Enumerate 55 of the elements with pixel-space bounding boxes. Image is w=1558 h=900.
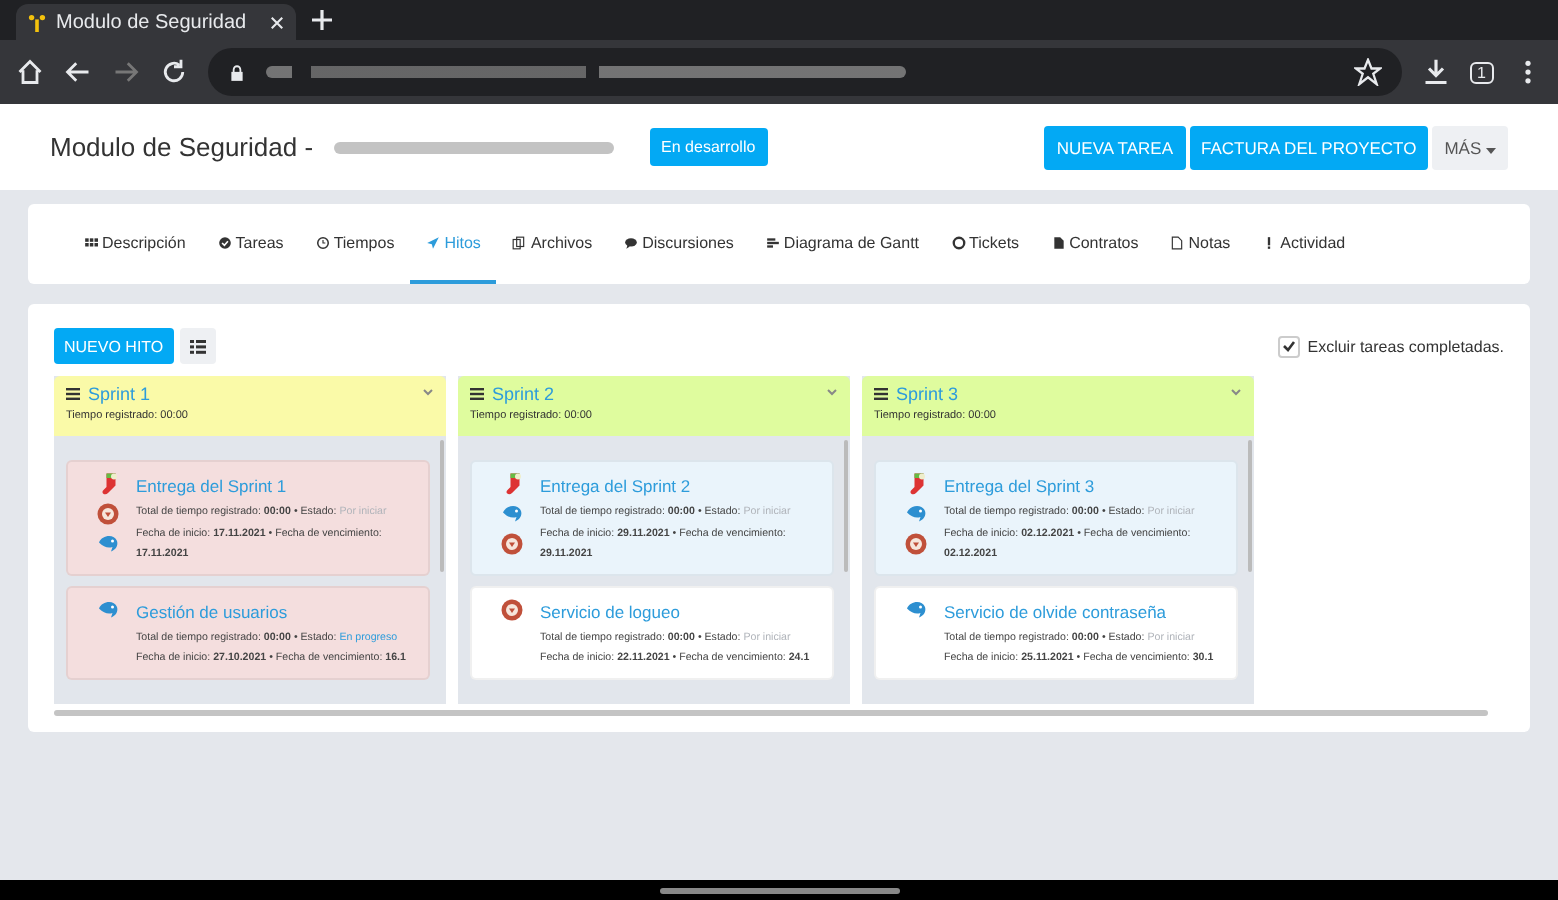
tab[interactable]: Diagrama de Gantt [749, 204, 936, 284]
browser-tab[interactable]: Modulo de Seguridad [16, 4, 296, 40]
tab[interactable]: Discursiones [608, 204, 750, 284]
clock-icon [315, 235, 330, 249]
dolphin-icon [904, 502, 928, 526]
grid-icon [84, 235, 98, 249]
tab[interactable]: Actividad [1246, 204, 1362, 284]
back-icon[interactable] [64, 58, 92, 86]
status-badge: En desarrollo [649, 128, 768, 166]
caret-icon [1486, 147, 1496, 153]
close-icon[interactable] [270, 15, 284, 29]
menu-icon[interactable] [66, 388, 80, 400]
paper-plane-icon [426, 235, 441, 249]
home-icon[interactable] [16, 58, 44, 86]
note-icon [1170, 235, 1185, 249]
chat-icon [624, 235, 639, 249]
lock-icon [228, 63, 246, 81]
doc-icon [1051, 235, 1066, 249]
new-tab-icon[interactable] [312, 10, 332, 30]
dolphin-icon [96, 532, 120, 556]
files-icon [512, 235, 527, 249]
menu-icon[interactable] [874, 388, 888, 400]
sprint-name: Sprint 3 [896, 384, 959, 404]
dolphin-icon [500, 502, 524, 526]
logo-icon [28, 13, 46, 31]
download-icon[interactable] [1421, 58, 1450, 86]
list-view-button[interactable] [179, 328, 216, 364]
tab[interactable]: Notas [1154, 204, 1247, 284]
reload-icon[interactable] [160, 58, 188, 86]
list-icon [189, 339, 206, 353]
tab[interactable]: Tareas [201, 204, 300, 284]
tab[interactable]: Tiempos [299, 204, 411, 284]
sprint-name: Sprint 1 [88, 384, 151, 404]
sprint-name: Sprint 2 [492, 384, 555, 404]
checkbox[interactable] [1277, 335, 1300, 357]
tab[interactable]: Contratos [1035, 204, 1155, 284]
dolphin-icon [96, 597, 120, 621]
check-icon [217, 235, 232, 249]
chevron-icon[interactable] [826, 386, 838, 398]
tab[interactable]: Tickets [935, 204, 1036, 284]
lifebuoy-icon [951, 235, 966, 249]
tab[interactable]: Descripción [68, 204, 202, 284]
tab-count[interactable]: 1 [1469, 61, 1494, 83]
star-icon[interactable] [1353, 58, 1382, 86]
chevron-icon[interactable] [422, 386, 434, 398]
project-title: Modulo de Seguridad - [50, 132, 314, 162]
checkbox-label: Excluir tareas completadas. [1307, 337, 1504, 355]
menu-icon[interactable] [470, 388, 484, 400]
forward-icon[interactable] [112, 58, 140, 86]
chevron-icon[interactable] [1230, 386, 1242, 398]
more-dropdown[interactable]: MÁS [1432, 125, 1508, 169]
gantt-icon [765, 235, 780, 249]
dolphin-icon [904, 597, 928, 621]
tab[interactable]: Archivos [496, 204, 609, 284]
address-bar[interactable] [208, 48, 1402, 96]
